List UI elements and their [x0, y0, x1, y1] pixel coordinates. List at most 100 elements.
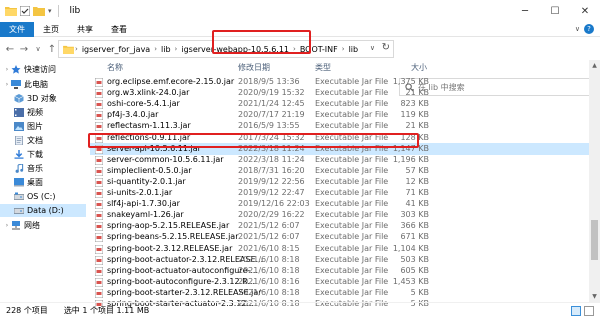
star-icon: [11, 65, 21, 74]
file-type: Executable Jar File: [315, 210, 389, 220]
details-view-icon[interactable]: [571, 306, 581, 316]
column-header-date[interactable]: 修改日期: [238, 62, 270, 73]
sidebar-item-music[interactable]: 音乐: [0, 162, 86, 175]
video-icon: [14, 108, 24, 117]
file-type: Executable Jar File: [315, 121, 389, 131]
file-type: Executable Jar File: [315, 188, 389, 197]
close-button[interactable]: ✕: [570, 0, 600, 22]
file-date: 2018/7/31 16:20: [238, 165, 305, 175]
file-name: snakeyaml-1.26.jar: [107, 210, 184, 220]
address-dropdown-icon[interactable]: ∨: [370, 44, 375, 52]
file-type: Executable Jar File: [315, 232, 389, 242]
tab-share[interactable]: 共享: [68, 22, 102, 37]
desktop-icon: [14, 178, 24, 187]
expand-arrow-icon[interactable]: ›: [3, 81, 11, 88]
file-date: 2021/6/10 8:18: [238, 265, 300, 275]
jar-file-icon: [95, 233, 103, 243]
cube-icon: [14, 94, 24, 103]
file-name: slf4j-api-1.7.30.jar: [107, 199, 180, 209]
jar-file-icon: [95, 288, 103, 298]
back-icon[interactable]: ←: [4, 44, 16, 55]
jar-file-icon: [95, 222, 103, 232]
column-header-type[interactable]: 类型: [315, 62, 331, 73]
item-count: 228 个项目: [6, 306, 48, 315]
file-size: 12 KB: [405, 176, 429, 186]
tab-file[interactable]: 文件: [0, 21, 34, 37]
file-size: 1,375 KB: [392, 77, 429, 86]
tab-view[interactable]: 查看: [102, 22, 136, 37]
sidebar-item-downloads[interactable]: 下载: [0, 148, 86, 161]
tab-home[interactable]: 主页: [34, 22, 68, 37]
file-name: server-common-10.5.6.11.jar: [107, 154, 224, 164]
maximize-button[interactable]: ☐: [540, 0, 570, 22]
file-size: 366 KB: [400, 221, 429, 231]
refresh-icon[interactable]: ↻: [382, 42, 390, 53]
column-header-name[interactable]: 名称: [107, 62, 123, 73]
file-name: reflectasm-1.11.3.jar: [107, 121, 191, 131]
scrollbar-thumb[interactable]: [591, 220, 598, 260]
scroll-up-icon[interactable]: ▲: [589, 60, 600, 71]
sidebar-item-quick-access[interactable]: › 快速访问: [0, 63, 86, 76]
expand-ribbon-icon[interactable]: ∨: [575, 25, 580, 33]
file-date: 2019/12/16 22:03: [238, 199, 310, 209]
forward-icon[interactable]: →: [18, 44, 30, 55]
sidebar-item-3d-objects[interactable]: 3D 对象: [0, 92, 86, 105]
divider: [57, 5, 59, 17]
sidebar-item-this-pc[interactable]: › 此电脑: [0, 78, 86, 91]
picture-icon: [14, 122, 24, 131]
recent-locations-icon[interactable]: ∨: [32, 45, 44, 53]
breadcrumb-item[interactable]: lib: [346, 45, 362, 54]
help-icon[interactable]: ?: [584, 24, 594, 34]
sidebar-item-videos[interactable]: 视频: [0, 106, 86, 119]
sidebar-item-pictures[interactable]: 图片: [0, 120, 86, 133]
selected-file-highlight: [88, 133, 419, 148]
file-date: 2018/9/5 13:36: [238, 77, 300, 86]
breadcrumb-item[interactable]: igserver_for_java: [79, 45, 153, 54]
minimize-button[interactable]: ─: [510, 0, 540, 22]
large-icons-view-icon[interactable]: [584, 306, 594, 316]
jar-file-icon: [95, 244, 103, 254]
jar-file-icon: [95, 122, 103, 132]
jar-file-icon: [95, 266, 103, 276]
up-icon[interactable]: ↑: [46, 44, 58, 55]
file-size: 1,453 KB: [392, 276, 429, 286]
folder-icon: [63, 45, 74, 54]
folder-icon[interactable]: [33, 6, 45, 16]
file-name: si-quantity-2.0.1.jar: [107, 176, 186, 186]
scroll-down-icon[interactable]: ▼: [589, 291, 600, 302]
file-date: 2019/9/12 22:56: [238, 176, 305, 186]
breadcrumb-item[interactable]: lib: [158, 45, 174, 54]
file-type: Executable Jar File: [315, 165, 389, 175]
title-bar: ▾ lib ─ ☐ ✕: [0, 0, 600, 22]
quick-access-dropdown-icon[interactable]: ▾: [48, 7, 52, 15]
sidebar-item-drive-d[interactable]: Data (D:): [0, 204, 86, 217]
file-size: 119 KB: [400, 110, 429, 120]
file-size: 41 KB: [405, 199, 429, 209]
status-bar: 228 个项目 选中 1 个项目 1.11 MB: [0, 302, 600, 318]
file-name: pf4j-3.4.0.jar: [107, 110, 159, 120]
sidebar-item-documents[interactable]: 文档: [0, 134, 86, 147]
file-type: Executable Jar File: [315, 265, 389, 275]
file-name: simpleclient-0.5.0.jar: [107, 165, 192, 175]
checkmark-icon[interactable]: [20, 6, 30, 16]
network-icon: [12, 221, 20, 230]
file-name: spring-aop-5.2.15.RELEASE.jar: [107, 221, 230, 231]
file-size: 823 KB: [400, 99, 429, 109]
file-size: 503 KB: [400, 254, 429, 264]
sidebar-item-desktop[interactable]: 桌面: [0, 176, 86, 189]
file-date: 2021/5/12 6:07: [238, 232, 300, 242]
file-type: Executable Jar File: [315, 88, 389, 98]
file-date: 2021/5/12 6:07: [238, 221, 300, 231]
expand-arrow-icon[interactable]: ›: [3, 222, 11, 229]
expand-arrow-icon[interactable]: ›: [3, 66, 11, 73]
file-type: Executable Jar File: [315, 276, 389, 286]
file-size: 71 KB: [405, 188, 429, 197]
column-header-size[interactable]: 大小: [411, 62, 427, 73]
file-size: 1,196 KB: [392, 154, 429, 164]
sidebar-item-network[interactable]: › 网络: [0, 219, 86, 232]
vertical-scrollbar[interactable]: ▲ ▼: [589, 60, 600, 302]
jar-file-icon: [95, 255, 103, 265]
file-name: spring-boot-autoconfigure-2.3.12.R...: [107, 276, 256, 286]
jar-file-icon: [95, 166, 103, 176]
sidebar-item-drive-c[interactable]: OS (C:): [0, 190, 86, 203]
